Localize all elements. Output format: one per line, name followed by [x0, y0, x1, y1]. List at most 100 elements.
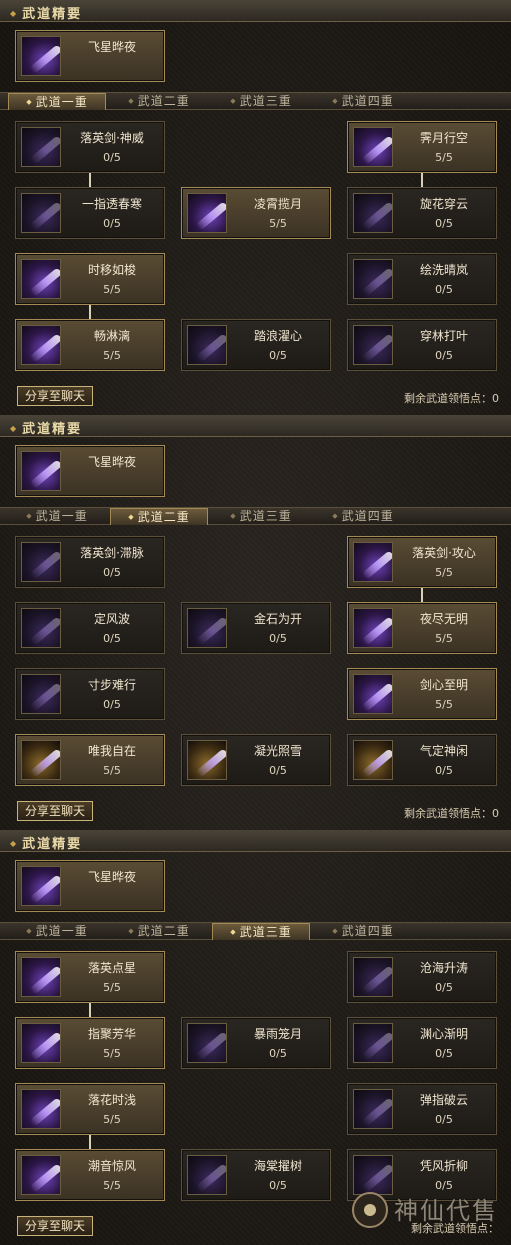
- tab-tier-2[interactable]: 武道二重: [110, 93, 208, 110]
- skill-level: 0/5: [435, 1047, 453, 1060]
- panel-title: 武道精要: [10, 418, 82, 437]
- glow-streak: [29, 965, 60, 995]
- skill-card[interactable]: 踏浪濯心 0/5: [181, 319, 331, 371]
- skill-name: 指聚芳华: [87, 1027, 136, 1041]
- share-to-chat-button[interactable]: 分享至聊天: [17, 1216, 93, 1236]
- glow-streak: [361, 1097, 392, 1127]
- glow-streak: [361, 616, 392, 646]
- skill-name: 霁月行空: [419, 131, 468, 145]
- skill-card[interactable]: 指聚芳华 5/5: [15, 1017, 165, 1069]
- skill-card[interactable]: 畅淋漓 5/5: [15, 319, 165, 371]
- skill-level: 0/5: [269, 1047, 287, 1060]
- tab-tier-2[interactable]: 武道二重: [110, 923, 208, 940]
- warrior-figure-icon: [21, 740, 61, 780]
- skill-name: 气定神闲: [419, 744, 468, 758]
- glow-streak: [195, 201, 226, 231]
- skill-card[interactable]: 寸步难行 0/5: [15, 668, 165, 720]
- light-rays-icon: [187, 1023, 227, 1063]
- skill-name: 弹指破云: [419, 1093, 468, 1107]
- skill-card[interactable]: 凌霄揽月 5/5: [181, 187, 331, 239]
- tab-tier-4[interactable]: 武道四重: [314, 93, 412, 110]
- skill-level: 0/5: [269, 1179, 287, 1192]
- tab-tier-4[interactable]: 武道四重: [314, 508, 412, 525]
- skill-card[interactable]: 旋花穿云 0/5: [347, 187, 497, 239]
- skill-card[interactable]: 剑心至明 5/5: [347, 668, 497, 720]
- feature-skill-card[interactable]: 飞星晔夜: [15, 860, 165, 912]
- feature-skill-card[interactable]: 飞星晔夜: [15, 30, 165, 82]
- glow-streak: [29, 1163, 60, 1193]
- glow-streak: [29, 616, 60, 646]
- skill-card[interactable]: 沧海升涛 0/5: [347, 951, 497, 1003]
- skill-card[interactable]: 海棠擢树 0/5: [181, 1149, 331, 1201]
- skill-card[interactable]: 穿林打叶 0/5: [347, 319, 497, 371]
- skill-card[interactable]: 气定神闲 0/5: [347, 734, 497, 786]
- share-to-chat-button[interactable]: 分享至聊天: [17, 801, 93, 821]
- skill-level: 0/5: [435, 349, 453, 362]
- tab-tier-4[interactable]: 武道四重: [314, 923, 412, 940]
- glow-streak: [361, 1031, 392, 1061]
- moon-vortex-icon: [187, 193, 227, 233]
- skill-card[interactable]: 定风波 0/5: [15, 602, 165, 654]
- glow-streak: [361, 965, 392, 995]
- tier-tabs: 武道一重武道二重武道三重武道四重: [0, 922, 511, 940]
- glow-streak: [29, 550, 60, 580]
- share-to-chat-button[interactable]: 分享至聊天: [17, 386, 93, 406]
- tab-tier-1[interactable]: 武道一重: [8, 923, 106, 940]
- tab-tier-1[interactable]: 武道一重: [8, 93, 106, 110]
- skill-card[interactable]: 落英剑·攻心 5/5: [347, 536, 497, 588]
- skill-card[interactable]: 渊心渐明 0/5: [347, 1017, 497, 1069]
- skill-level: 0/5: [103, 632, 121, 645]
- sword-slash-icon: [187, 1155, 227, 1195]
- glow-streak: [29, 1097, 60, 1127]
- skill-name: 凌霄揽月: [253, 197, 302, 211]
- skill-card[interactable]: 落花时浅 5/5: [15, 1083, 165, 1135]
- skill-card[interactable]: 霁月行空 5/5: [347, 121, 497, 173]
- skill-name: 夜尽无明: [419, 612, 468, 626]
- skill-card[interactable]: 落英剑·神威 0/5: [15, 121, 165, 173]
- skill-card[interactable]: 金石为开 0/5: [181, 602, 331, 654]
- skill-level: 5/5: [103, 981, 121, 994]
- sword-slash-icon: [21, 1089, 61, 1129]
- sword-slash-icon: [21, 608, 61, 648]
- tier-tabs: 武道一重武道二重武道三重武道四重: [0, 92, 511, 110]
- tab-tier-3[interactable]: 武道三重: [212, 923, 310, 940]
- skill-name: 时移如梭: [87, 263, 136, 277]
- skill-level: 0/5: [435, 283, 453, 296]
- glow-streak: [29, 748, 60, 778]
- skill-card[interactable]: 落英剑·滞脉 0/5: [15, 536, 165, 588]
- skill-level: 0/5: [435, 1113, 453, 1126]
- remaining-points-label: 剩余武道领悟点：: [404, 392, 492, 405]
- skill-card[interactable]: 一指透春寒 0/5: [15, 187, 165, 239]
- skill-level: 0/5: [103, 566, 121, 579]
- tree-connector: [89, 1003, 91, 1017]
- seal-icon: [352, 1192, 388, 1228]
- skill-card[interactable]: 绘洗晴岚 0/5: [347, 253, 497, 305]
- skill-card[interactable]: 夜尽无明 5/5: [347, 602, 497, 654]
- feature-skill-card[interactable]: 飞星晔夜: [15, 445, 165, 497]
- watermark-logo: 神仙代售: [352, 1188, 502, 1238]
- skill-card[interactable]: 唯我自在 5/5: [15, 734, 165, 786]
- skill-level: 5/5: [435, 632, 453, 645]
- skill-level: 0/5: [269, 632, 287, 645]
- skill-card[interactable]: 暴雨笼月 0/5: [181, 1017, 331, 1069]
- skill-level: 5/5: [103, 1179, 121, 1192]
- sword-slash-icon: [187, 325, 227, 365]
- tree-connector: [421, 588, 423, 602]
- tab-tier-3[interactable]: 武道三重: [212, 93, 310, 110]
- skill-card[interactable]: 潮音惊风 5/5: [15, 1149, 165, 1201]
- tab-tier-3[interactable]: 武道三重: [212, 508, 310, 525]
- skill-card[interactable]: 凝光照雪 0/5: [181, 734, 331, 786]
- glow-streak: [195, 333, 226, 363]
- sword-slash-icon: [353, 193, 393, 233]
- skill-card[interactable]: 落英点星 5/5: [15, 951, 165, 1003]
- skill-card[interactable]: 弹指破云 0/5: [347, 1083, 497, 1135]
- skill-name: 穿林打叶: [419, 329, 468, 343]
- tab-tier-2[interactable]: 武道二重: [110, 508, 208, 525]
- sword-slash-icon: [187, 608, 227, 648]
- skill-level: 0/5: [103, 151, 121, 164]
- skill-card[interactable]: 时移如梭 5/5: [15, 253, 165, 305]
- glow-streak: [29, 682, 60, 712]
- skill-name: 沧海升涛: [419, 961, 468, 975]
- tab-tier-1[interactable]: 武道一重: [8, 508, 106, 525]
- skill-level: 0/5: [103, 698, 121, 711]
